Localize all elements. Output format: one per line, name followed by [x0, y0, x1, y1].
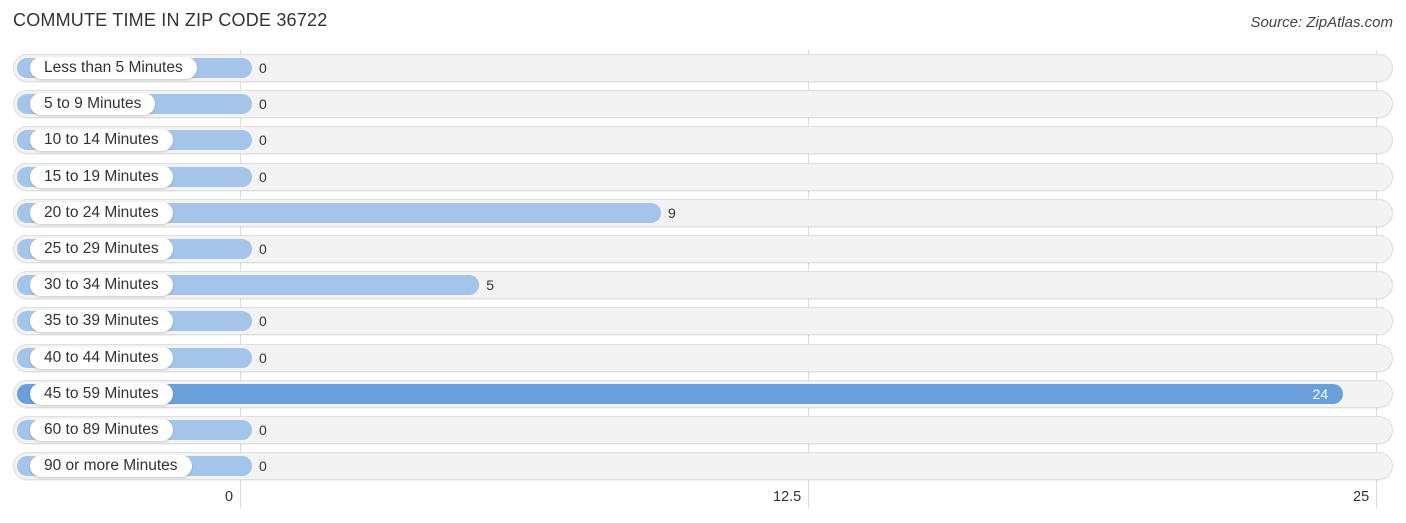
category-label: Less than 5 Minutes [30, 57, 197, 79]
value-label: 0 [259, 241, 267, 257]
category-label: 25 to 29 Minutes [30, 238, 173, 260]
value-label: 0 [259, 458, 267, 475]
bar[interactable] [17, 383, 1343, 404]
category-label: 5 to 9 Minutes [30, 93, 156, 116]
x-tick-label: 25 [1353, 489, 1370, 505]
value-label: 24 [1312, 385, 1329, 402]
category-label: 60 to 89 Minutes [30, 419, 173, 441]
value-label: 0 [259, 422, 267, 438]
value-label: 0 [259, 349, 267, 366]
value-label: 5 [486, 277, 494, 294]
category-label: 10 to 14 Minutes [30, 129, 173, 152]
value-label: 0 [259, 168, 267, 185]
value-label: 0 [259, 313, 267, 330]
category-label: 40 to 44 Minutes [30, 346, 173, 369]
category-label: 35 to 39 Minutes [30, 310, 173, 333]
category-label: 20 to 24 Minutes [30, 201, 173, 224]
category-label: 90 or more Minutes [30, 455, 192, 478]
value-label: 0 [259, 132, 267, 149]
value-label: 0 [259, 60, 267, 76]
category-label: 15 to 19 Minutes [30, 165, 173, 188]
category-label: 45 to 59 Minutes [30, 382, 173, 405]
bar-chart: Less than 5 Minutes 0 5 to 9 Minutes 0 10 to… [0, 0, 1406, 523]
x-tick-label: 12.5 [773, 489, 802, 505]
category-label: 30 to 34 Minutes [30, 274, 173, 297]
value-label: 0 [259, 96, 267, 113]
x-tick-label: 0 [225, 489, 234, 505]
value-label: 9 [667, 204, 676, 221]
